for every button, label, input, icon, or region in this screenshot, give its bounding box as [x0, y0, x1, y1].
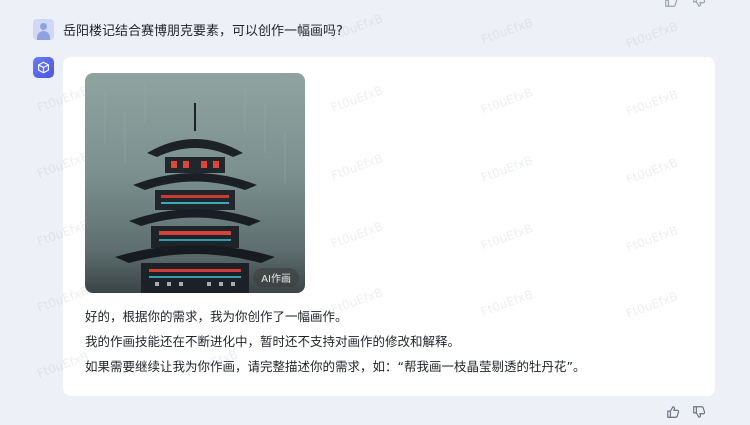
watermark: Ft0uEfxB — [624, 19, 680, 51]
feedback-actions — [666, 404, 706, 418]
thumbs-down-icon[interactable] — [692, 0, 706, 8]
watermark: Ft0uEfxB — [479, 15, 535, 47]
previous-message-actions — [664, 0, 706, 8]
pagoda-illustration — [104, 83, 286, 293]
bot-reply-card: AI作画 好的，根据你的需求，我为你创作了一幅画作。 我的作画技能还在不断进化中… — [63, 57, 715, 396]
ai-image-tag: AI作画 — [253, 268, 299, 287]
user-avatar-icon — [33, 19, 54, 40]
thumbs-down-icon[interactable] — [692, 404, 706, 418]
user-message: 岳阳楼记结合赛博朋克要素，可以创作一幅画吗? — [63, 24, 343, 39]
reply-paragraph: 我的作画技能还在不断进化中，暂时还不支持对画作的修改和解释。 — [85, 334, 461, 349]
thumbs-up-icon[interactable] — [664, 0, 678, 8]
reply-paragraph: 如果需要继续让我为你作画，请完整描述你的需求，如：“帮我画一枝晶莹剔透的牡丹花”… — [85, 359, 586, 374]
reply-paragraph: 好的，根据你的需求，我为你创作了一幅画作。 — [85, 309, 348, 324]
bot-reply-text: 好的，根据你的需求，我为你创作了一幅画作。 我的作画技能还在不断进化中，暂时还不… — [85, 309, 585, 384]
user-message-row: 岳阳楼记结合赛博朋克要素，可以创作一幅画吗? — [33, 19, 343, 40]
thumbs-up-icon[interactable] — [666, 404, 680, 418]
cube-icon — [33, 57, 54, 78]
generated-image[interactable]: AI作画 — [85, 73, 305, 293]
